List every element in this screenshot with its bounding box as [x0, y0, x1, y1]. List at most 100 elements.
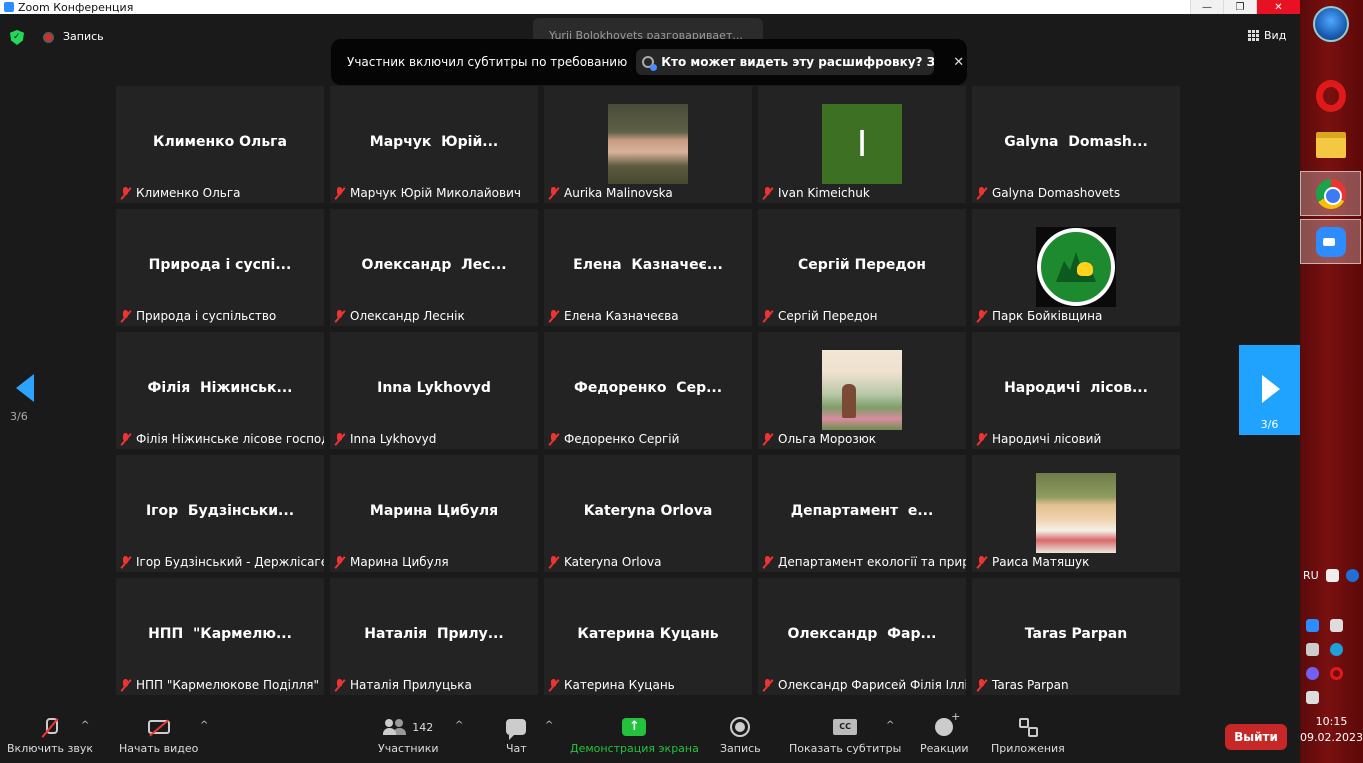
- participant-tile[interactable]: Філія Ніжинськ... Філія Ніжинське лісове …: [116, 332, 324, 449]
- transcript-visibility-link[interactable]: Кто может видеть эту расшифровку? За...: [636, 49, 935, 75]
- participant-tile[interactable]: НПП "Кармелю... НПП "Кармелюкове Поділля": [116, 578, 324, 695]
- participant-name-label: Aurika Malinovska: [548, 186, 673, 200]
- participant-name-label: Народичі лісовий: [976, 432, 1101, 446]
- participant-avatar: [608, 104, 688, 184]
- participants-count: 142: [412, 720, 434, 734]
- close-window-button[interactable]: ✕: [1256, 0, 1300, 14]
- muted-mic-icon: [120, 678, 131, 692]
- participant-tile[interactable]: Taras Parpan Taras Parpan: [972, 578, 1180, 695]
- clipboard-icon[interactable]: [1330, 619, 1343, 632]
- participant-name-label: Ivan Kimeichuk: [762, 186, 870, 200]
- maximize-button[interactable]: ❐: [1223, 0, 1256, 14]
- close-notification-button[interactable]: ✕: [953, 55, 964, 70]
- participant-name: Сергій Передон: [778, 309, 878, 323]
- muted-mic-icon: [334, 309, 345, 323]
- minimize-button[interactable]: —: [1190, 0, 1223, 14]
- zoom-tray-icon[interactable]: [1306, 619, 1319, 632]
- folder-icon: [1315, 131, 1346, 158]
- participant-tile[interactable]: Марчук Юрій... Марчук Юрій Миколайович: [330, 86, 538, 203]
- participant-tile[interactable]: Федоренко Сер... Федоренко Сергій: [544, 332, 752, 449]
- participant-tile[interactable]: Ігор Будзінськи... Ігор Будзінський - Дер…: [116, 455, 324, 572]
- video-options-caret[interactable]: ^: [200, 720, 208, 731]
- participant-tile[interactable]: Елена Казначеє... Елена Казначеєва: [544, 209, 752, 326]
- participant-tile[interactable]: Galyna Domash... Galyna Domashovets: [972, 86, 1180, 203]
- display-icon[interactable]: [1306, 691, 1319, 704]
- participant-tile[interactable]: Природа і суспі... Природа і суспільство: [116, 209, 324, 326]
- start-video-button[interactable]: Начать видео: [119, 716, 198, 755]
- participant-tile[interactable]: Департамент е... Департамент екології та …: [758, 455, 966, 572]
- audio-options-caret[interactable]: ^: [81, 720, 89, 731]
- taskbar-zoom[interactable]: [1300, 219, 1361, 264]
- participant-display-name: Inna Lykhovyd: [377, 380, 491, 396]
- title-bar: Zoom Конференция — ❐ ✕: [0, 0, 1300, 14]
- participant-name-label: Олександр Леснік: [334, 309, 465, 323]
- previous-page-button[interactable]: 3/6: [10, 372, 40, 432]
- language-indicator[interactable]: RU: [1303, 569, 1319, 582]
- participant-tile[interactable]: Олександр Фар... Олександр Фарисей Філія …: [758, 578, 966, 695]
- window-controls: — ❐ ✕: [1190, 0, 1300, 14]
- participant-display-name: Департамент е...: [790, 503, 934, 519]
- chat-options-caret[interactable]: ^: [545, 720, 553, 731]
- microphone-muted-icon: [43, 718, 58, 736]
- notification-text: Участник включил субтитры по требованию: [347, 55, 628, 69]
- participant-tile[interactable]: Kateryna Orlova Kateryna Orlova: [544, 455, 752, 572]
- participant-tile[interactable]: Марина Цибуля Марина Цибуля: [330, 455, 538, 572]
- captions-options-caret[interactable]: ^: [886, 720, 894, 731]
- muted-mic-icon: [548, 678, 559, 692]
- speaker-icon[interactable]: [1306, 643, 1319, 656]
- muted-mic-icon: [334, 432, 345, 446]
- participant-display-name: Сергій Передон: [798, 257, 926, 273]
- participant-tile[interactable]: Aurika Malinovska: [544, 86, 752, 203]
- viber-icon[interactable]: [1306, 667, 1319, 680]
- participant-tile[interactable]: I Ivan Kimeichuk: [758, 86, 966, 203]
- participant-display-name: Олександр Лес...: [361, 257, 507, 273]
- recording-icon[interactable]: [43, 32, 54, 43]
- reactions-button[interactable]: Реакции: [920, 710, 969, 755]
- arrow-right-icon: [1262, 375, 1280, 403]
- chat-button[interactable]: Чат: [506, 716, 527, 755]
- participant-tile[interactable]: Раиса Матяшук: [972, 455, 1180, 572]
- next-page-button[interactable]: 3/6: [1239, 345, 1300, 435]
- record-button[interactable]: Запись: [720, 716, 761, 755]
- participant-tile[interactable]: Парк Бойківщина: [972, 209, 1180, 326]
- show-captions-button[interactable]: CC Показать субтитры: [789, 716, 901, 755]
- participant-name-label: Раиса Матяшук: [976, 555, 1089, 569]
- participant-display-name: Марина Цибуля: [369, 503, 499, 519]
- taskbar-opera[interactable]: [1300, 73, 1361, 118]
- participant-tile[interactable]: Клименко Ольга Клименко Ольга: [116, 86, 324, 203]
- document-icon[interactable]: [1326, 569, 1339, 582]
- participant-name-label: Марчук Юрій Миколайович: [334, 186, 521, 200]
- participants-button[interactable]: 142 Участники: [378, 716, 439, 755]
- participant-tile[interactable]: Наталія Прилу... Наталія Прилуцька: [330, 578, 538, 695]
- participant-name-label: Парк Бойківщина: [976, 309, 1102, 323]
- taskbar-file-explorer[interactable]: [1300, 122, 1361, 167]
- opera-tray-icon[interactable]: [1330, 667, 1343, 680]
- windows-start-icon[interactable]: [1313, 6, 1349, 42]
- muted-mic-icon: [548, 186, 559, 200]
- participant-tile[interactable]: Ольга Морозюк: [758, 332, 966, 449]
- participant-tile[interactable]: Катерина Куцань Катерина Куцань: [544, 578, 752, 695]
- help-icon[interactable]: [1346, 569, 1359, 582]
- participant-display-name: Ігор Будзінськи...: [145, 503, 295, 519]
- participant-tile[interactable]: Inna Lykhovyd Inna Lykhovyd: [330, 332, 538, 449]
- participant-name-label: НПП "Кармелюкове Поділля": [120, 678, 319, 692]
- record-label: Запись: [720, 742, 761, 755]
- view-button[interactable]: Вид: [1248, 29, 1286, 42]
- participant-name-label: Ігор Будзінський - Держлісагентство: [120, 555, 324, 569]
- system-clock[interactable]: 10:15 09.02.2023: [1300, 714, 1363, 746]
- participant-tile[interactable]: Олександр Лес... Олександр Леснік: [330, 209, 538, 326]
- participant-name-label: Олександр Фарисей Філія Іллінецьке: [762, 678, 966, 692]
- apps-button[interactable]: Приложения: [991, 716, 1065, 755]
- participants-options-caret[interactable]: ^: [455, 720, 463, 731]
- participant-display-name: Природа і суспі...: [148, 257, 292, 273]
- share-screen-button[interactable]: ↑ Демонстрация экрана: [570, 716, 699, 755]
- opera-icon: [1315, 79, 1346, 112]
- participant-tile[interactable]: Народичі лісов... Народичі лісовий: [972, 332, 1180, 449]
- participant-name-label: Наталія Прилуцька: [334, 678, 472, 692]
- leave-meeting-button[interactable]: Выйти: [1225, 724, 1287, 750]
- participant-avatar: I: [822, 104, 902, 184]
- network-icon[interactable]: [1330, 643, 1343, 656]
- taskbar-chrome[interactable]: [1300, 171, 1361, 216]
- participant-name: Ivan Kimeichuk: [778, 186, 870, 200]
- participant-tile[interactable]: Сергій Передон Сергій Передон: [758, 209, 966, 326]
